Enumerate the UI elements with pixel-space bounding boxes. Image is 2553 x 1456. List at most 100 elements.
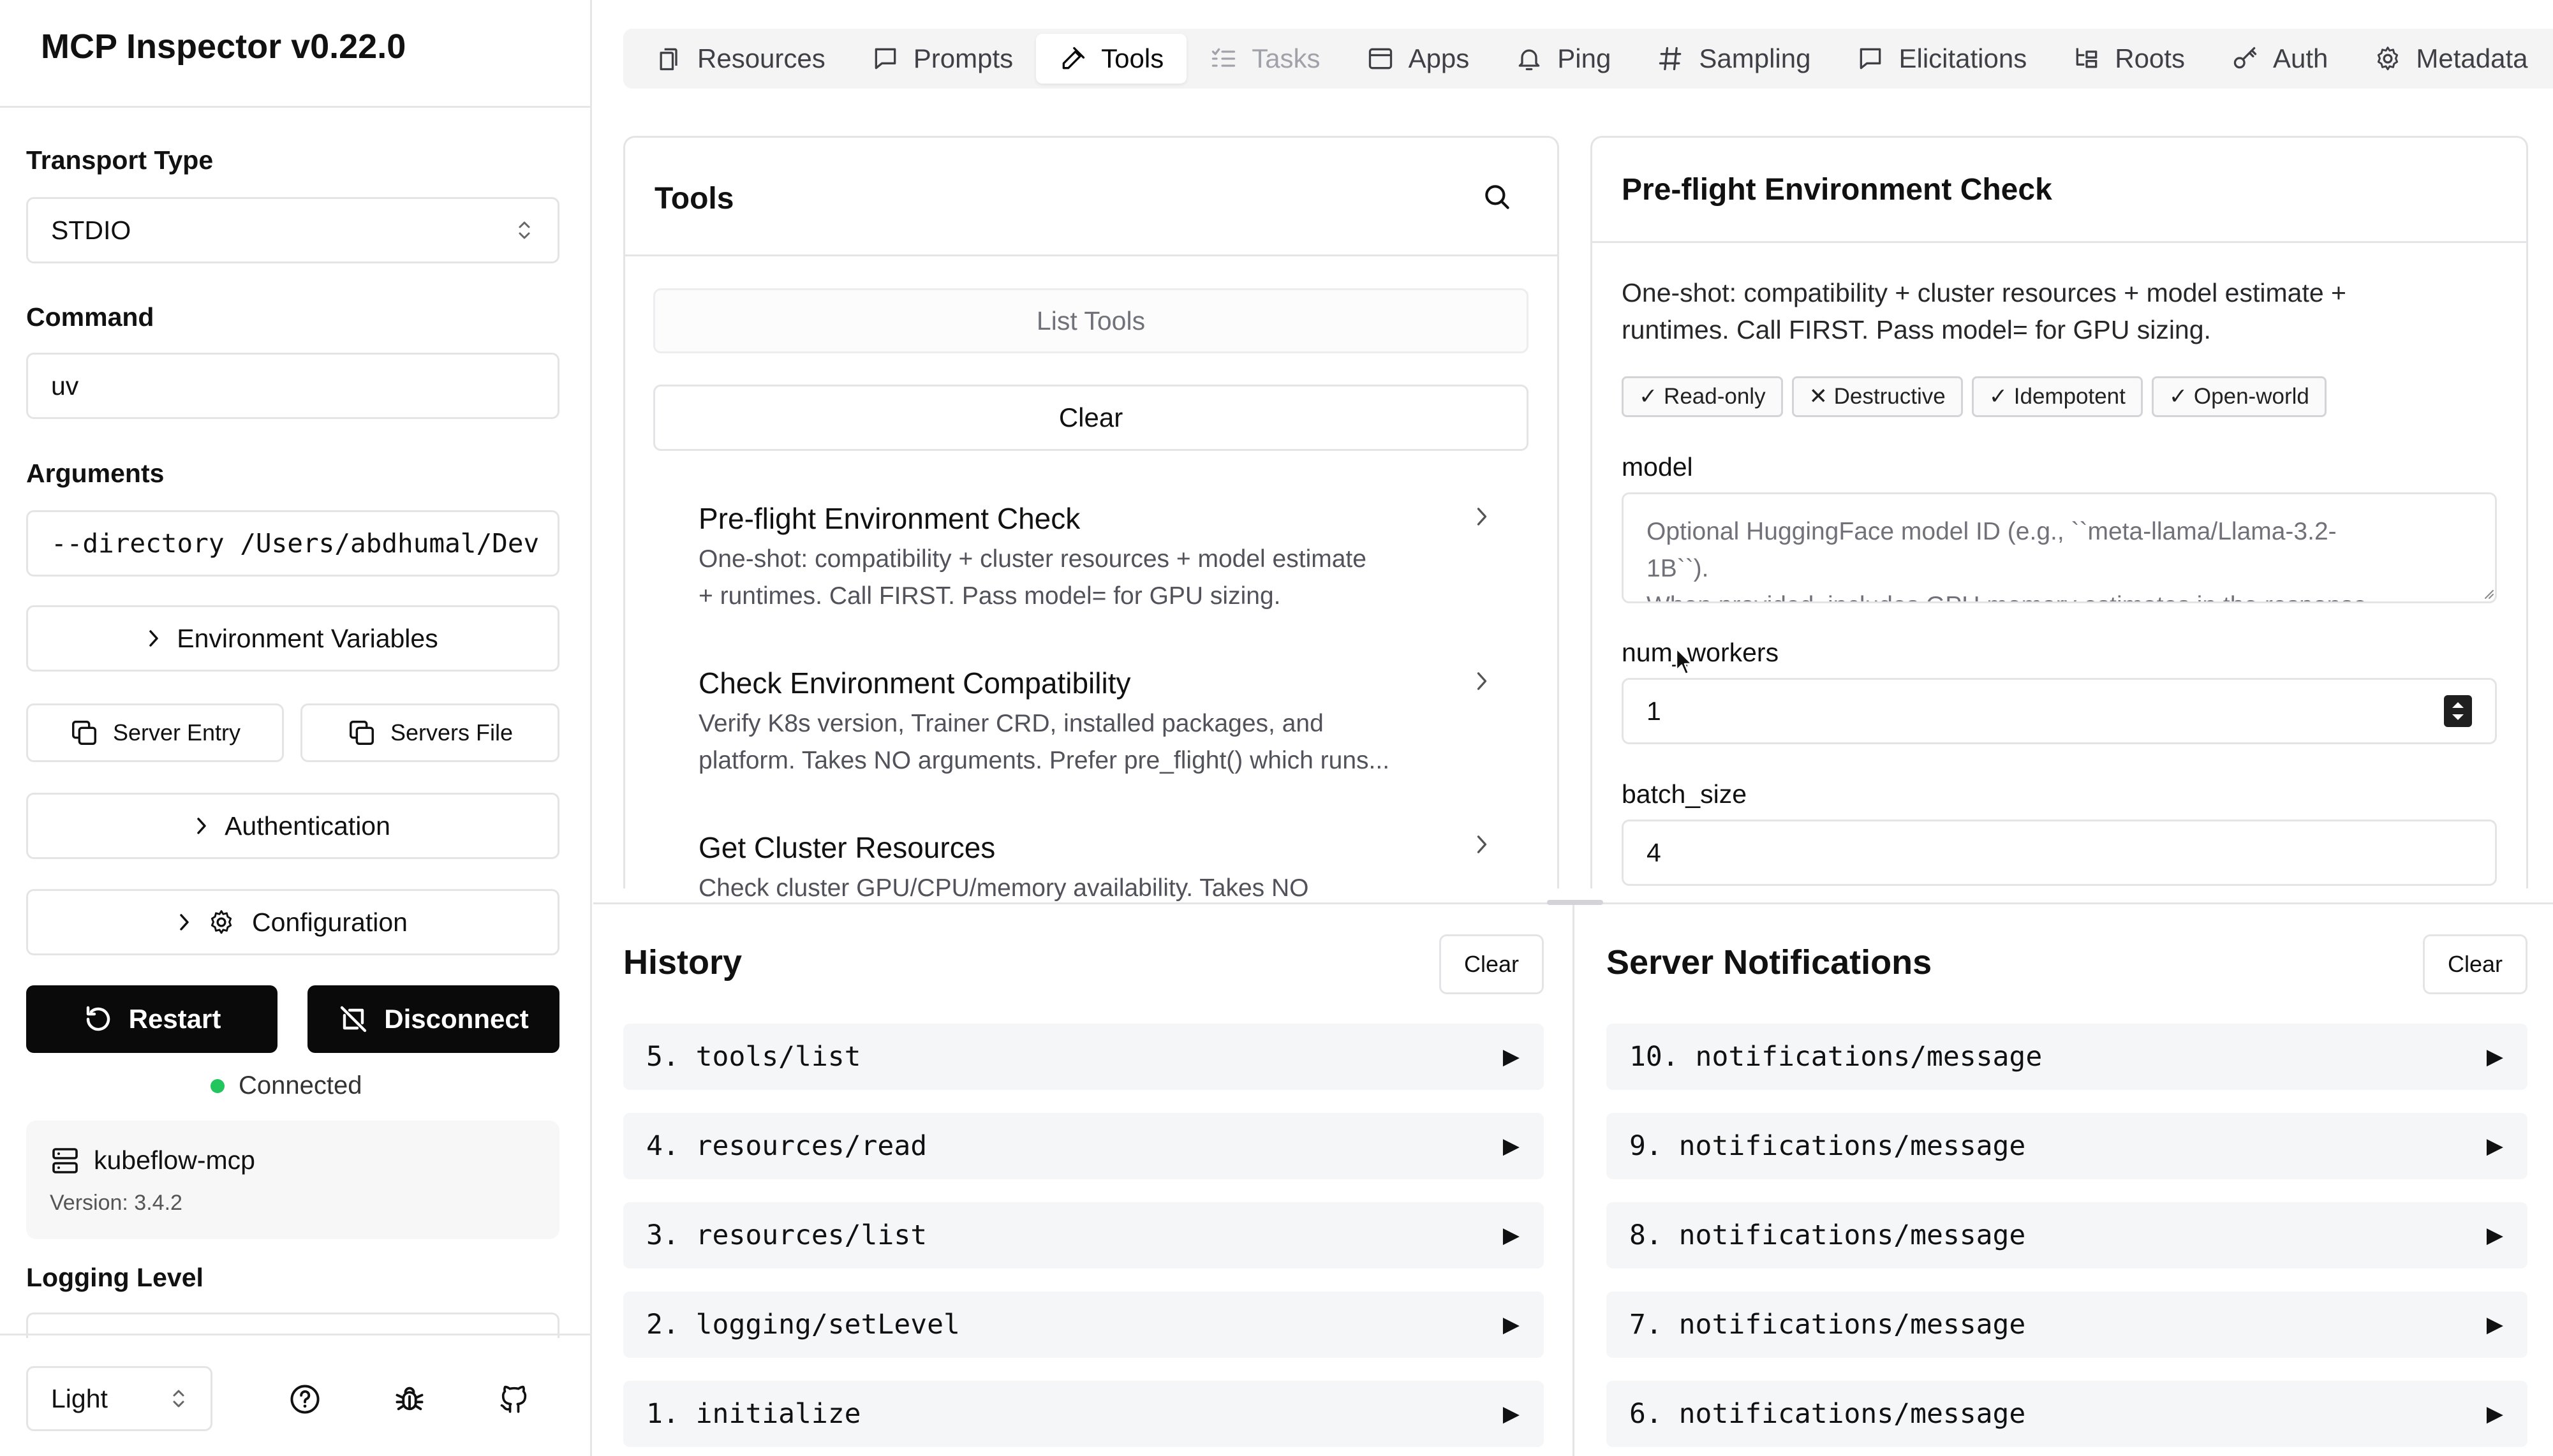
model-placeholder-line: Optional HuggingFace model ID (e.g., ``m… [1647, 518, 2337, 545]
servers-file-button[interactable]: Servers File [300, 703, 559, 762]
list-icon [1210, 45, 1238, 73]
chevron-right-icon [147, 628, 160, 649]
notification-item[interactable]: 7. notifications/message ▶ [1606, 1291, 2527, 1358]
tab-metadata[interactable]: Metadata [2351, 34, 2550, 84]
connection-status-text: Connected [239, 1071, 362, 1099]
bottom-split-divider [1573, 902, 1574, 1456]
disconnect-label: Disconnect [384, 1004, 529, 1034]
authentication-button[interactable]: Authentication [26, 793, 559, 859]
configuration-button[interactable]: Configuration [26, 889, 559, 955]
number-spinner-icon[interactable] [2444, 695, 2472, 727]
notification-item[interactable]: 8. notifications/message ▶ [1606, 1202, 2527, 1268]
authentication-label: Authentication [225, 811, 390, 841]
transport-type-select[interactable]: STDIO [26, 197, 559, 263]
tab-tasks[interactable]: Tasks [1187, 34, 1343, 84]
disconnect-button[interactable]: Disconnect [307, 985, 559, 1053]
num-workers-label: num_workers [1622, 638, 1779, 667]
history-item[interactable]: 4. resources/read ▶ [623, 1113, 1544, 1179]
tool-item-description: Check cluster GPU/CPU/memory availabilit… [699, 874, 1309, 902]
badge-open-world: ✓ Open-world [2151, 376, 2327, 417]
badge-idempotent: ✓ Idempotent [1971, 376, 2143, 417]
tool-item-title: Check Environment Compatibility [699, 666, 1131, 700]
clear-tools-button[interactable]: Clear [653, 385, 1528, 451]
sidebar-header-divider [0, 106, 591, 108]
transport-type-value: STDIO [51, 215, 131, 245]
expand-arrow-icon: ▶ [2486, 1313, 2503, 1337]
tab-sampling[interactable]: Sampling [1634, 34, 1833, 84]
key-icon [2231, 45, 2259, 73]
notification-item[interactable]: 10. notifications/message ▶ [1606, 1024, 2527, 1090]
history-item[interactable]: 5. tools/list ▶ [623, 1024, 1544, 1090]
gear-icon [207, 908, 235, 936]
panel-resize-handle[interactable] [1547, 900, 1603, 905]
expand-arrow-icon: ▶ [2486, 1134, 2503, 1158]
history-item[interactable]: 3. resources/list ▶ [623, 1202, 1544, 1268]
expand-arrow-icon: ▶ [1502, 1402, 1520, 1426]
tool-detail-divider [1592, 241, 2526, 243]
batch-size-label: batch_size [1622, 779, 1747, 809]
tool-item-title: Pre-flight Environment Check [699, 502, 1081, 535]
arguments-input[interactable]: --directory /Users/abdhumal/Dev [26, 510, 559, 577]
environment-variables-label: Environment Variables [177, 623, 438, 653]
expand-arrow-icon: ▶ [1502, 1223, 1520, 1247]
server-icon [50, 1145, 80, 1176]
history-item[interactable]: 2. logging/setLevel ▶ [623, 1291, 1544, 1358]
annotation-badges: ✓ Read-only ✕ Destructive ✓ Idempotent ✓… [1622, 376, 2327, 417]
search-icon[interactable] [1481, 181, 1513, 213]
notification-item[interactable]: 9. notifications/message ▶ [1606, 1113, 2527, 1179]
bug-icon[interactable] [393, 1383, 426, 1416]
tool-item-description: platform. Takes NO arguments. Prefer pre… [699, 747, 1390, 774]
command-label: Command [26, 302, 154, 332]
theme-select[interactable]: Light [26, 1366, 212, 1431]
badge-destructive: ✕ Destructive [1791, 376, 1963, 417]
num-workers-input[interactable]: 1 [1622, 678, 2497, 744]
file-icon [655, 45, 683, 73]
theme-value: Light [51, 1383, 108, 1413]
model-textarea[interactable]: Optional HuggingFace model ID (e.g., ``m… [1622, 492, 2497, 603]
restart-button[interactable]: Restart [26, 985, 278, 1053]
history-title: History [623, 943, 743, 982]
tool-item-title: Get Cluster Resources [699, 831, 996, 864]
chevron-right-icon [178, 912, 191, 932]
expand-arrow-icon: ▶ [2486, 1402, 2503, 1426]
configuration-label: Configuration [252, 907, 408, 937]
copy-icon [70, 718, 99, 747]
command-input[interactable]: uv [26, 353, 559, 419]
tab-tools[interactable]: Tools [1036, 34, 1187, 84]
tab-elicitations[interactable]: Elicitations [1833, 34, 2050, 84]
sidebar-footer-divider [0, 1334, 591, 1335]
tab-apps[interactable]: Apps [1343, 34, 1493, 84]
resize-grip-icon[interactable] [2483, 588, 2494, 599]
server-info-card [26, 1121, 559, 1239]
hammer-icon [1059, 45, 1087, 73]
model-placeholder-line: 1B``). [1647, 555, 1709, 582]
tools-panel-title: Tools [655, 182, 734, 216]
expand-arrow-icon: ▶ [1502, 1134, 1520, 1158]
server-name: kubeflow-mcp [94, 1145, 255, 1175]
gear-icon [2374, 45, 2402, 73]
tool-item-description: One-shot: compatibility + cluster resour… [699, 545, 1366, 573]
github-icon[interactable] [498, 1383, 531, 1416]
notification-item[interactable]: 6. notifications/message ▶ [1606, 1381, 2527, 1447]
tab-prompts[interactable]: Prompts [848, 34, 1036, 84]
tab-auth[interactable]: Auth [2208, 34, 2351, 84]
environment-variables-button[interactable]: Environment Variables [26, 605, 559, 672]
restart-label: Restart [128, 1004, 221, 1034]
list-tools-button[interactable]: List Tools [653, 288, 1528, 353]
server-entry-button[interactable]: Server Entry [26, 703, 284, 762]
expand-arrow-icon: ▶ [2486, 1045, 2503, 1069]
tab-ping[interactable]: Ping [1492, 34, 1634, 84]
tab-roots[interactable]: Roots [2050, 34, 2208, 84]
help-icon[interactable] [288, 1383, 322, 1416]
tab-resources[interactable]: Resources [632, 34, 848, 84]
chevron-right-icon [1475, 505, 1489, 528]
tools-panel-divider [625, 254, 1557, 256]
history-clear-button[interactable]: Clear [1439, 934, 1544, 994]
notifications-title: Server Notifications [1606, 943, 1932, 982]
tool-detail-description: One-shot: compatibility + cluster resour… [1622, 278, 2346, 307]
bell-icon [1515, 45, 1543, 73]
history-item[interactable]: 1. initialize ▶ [623, 1381, 1544, 1447]
hash-icon [1657, 45, 1685, 73]
notifications-clear-button[interactable]: Clear [2423, 934, 2527, 994]
batch-size-input[interactable]: 4 [1622, 820, 2497, 886]
